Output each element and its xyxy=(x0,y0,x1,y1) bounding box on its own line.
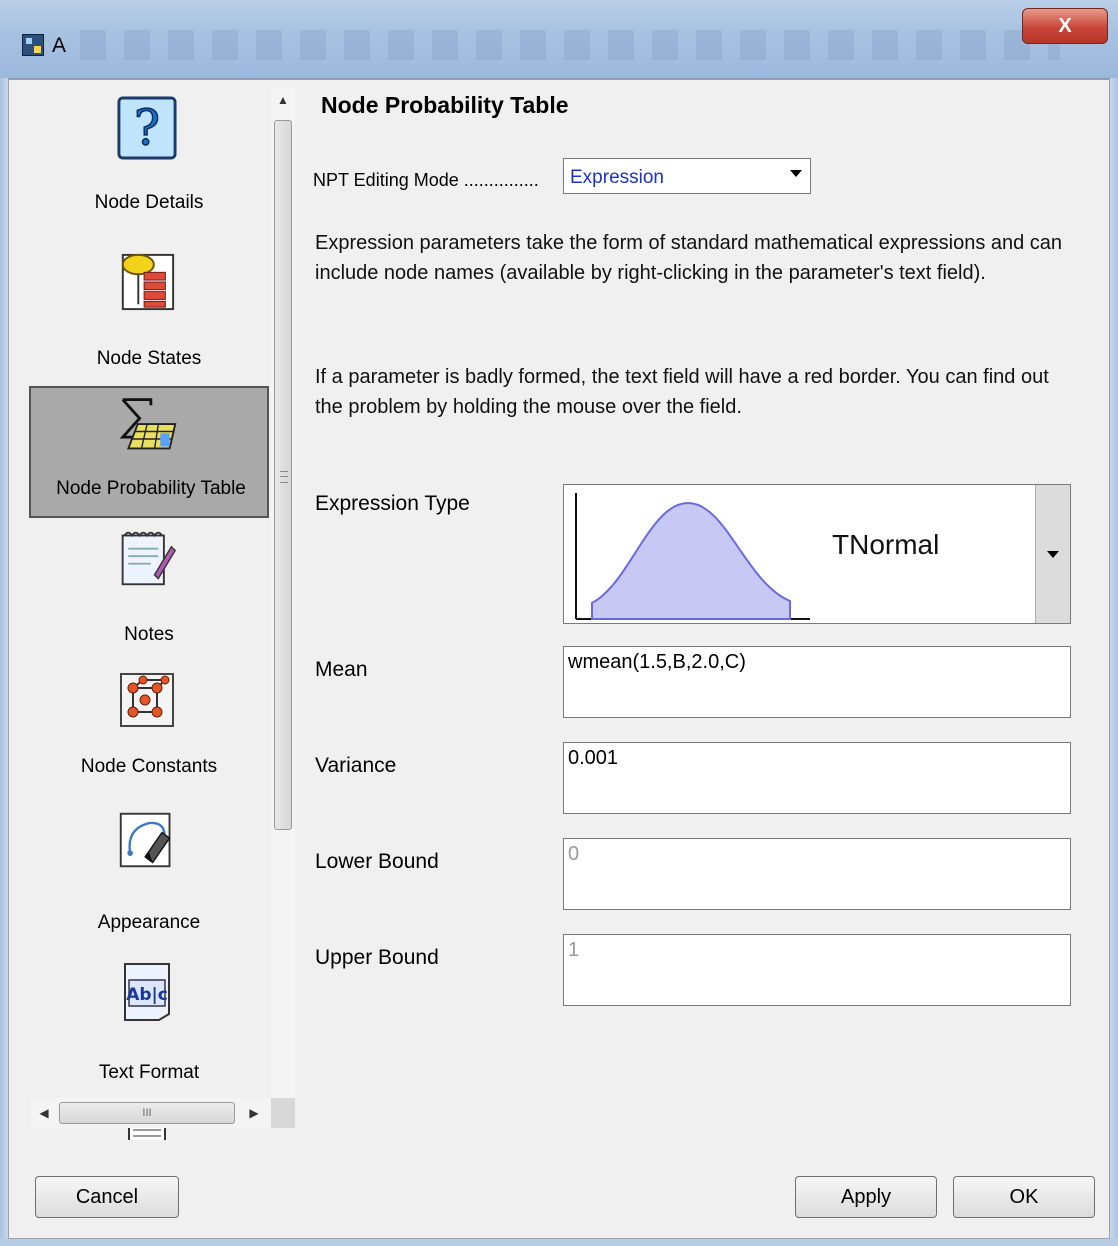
variance-field[interactable]: 0.001 xyxy=(563,742,1071,814)
close-button[interactable]: X xyxy=(1022,8,1108,44)
sidebar-horizontal-scrollbar[interactable]: ◀ III ▶ xyxy=(31,1098,271,1128)
app-icon xyxy=(22,34,44,56)
sidebar-item-label: Appearance xyxy=(97,912,201,933)
panel-title: Node Probability Table xyxy=(321,92,569,118)
lower-bound-label: Lower Bound xyxy=(315,850,439,873)
sidebar-item-label: Node Details xyxy=(94,192,204,213)
sidebar-item-notes[interactable]: Notes xyxy=(29,520,269,668)
svg-text:?: ? xyxy=(134,100,160,156)
sidebar-item-node-constants[interactable]: Node Constants xyxy=(29,668,269,816)
window-frame-bottom xyxy=(0,1238,1118,1246)
expression-type-select[interactable]: TNormal xyxy=(563,484,1071,624)
cancel-button[interactable]: Cancel xyxy=(35,1176,179,1218)
appearance-icon xyxy=(117,808,177,872)
mean-label: Mean xyxy=(315,658,368,681)
window-title: A xyxy=(52,34,67,57)
sidebar-item-label: Node States xyxy=(96,348,202,369)
sidebar-item-appearance[interactable]: Appearance xyxy=(29,800,269,948)
vertical-scroll-thumb[interactable] xyxy=(274,120,292,830)
background-toolbar xyxy=(80,30,1060,60)
title-bar: A X xyxy=(0,0,1118,79)
expression-type-label: Expression Type xyxy=(315,492,470,515)
sidebar-item-node-states[interactable]: Node States xyxy=(29,238,269,386)
text-format-icon: Ab|c xyxy=(117,960,177,1024)
npt-editing-mode-label: NPT Editing Mode ............... xyxy=(313,170,539,190)
probability-table-icon xyxy=(119,392,179,456)
sidebar-vertical-scrollbar[interactable]: ▲ ▼ xyxy=(271,88,295,1128)
expression-help-text: Expression parameters take the form of s… xyxy=(315,232,1063,284)
horizontal-scroll-thumb[interactable]: III xyxy=(59,1102,235,1124)
badly-formed-help-text: If a parameter is badly formed, the text… xyxy=(315,366,1049,418)
npt-editing-mode-value: Expression xyxy=(570,167,664,188)
scroll-up-arrow-icon[interactable]: ▲ xyxy=(271,88,295,112)
sidebar-item-node-probability-table[interactable]: Node Probability Table xyxy=(29,386,269,518)
scroll-right-arrow-icon[interactable]: ▶ xyxy=(241,1098,267,1128)
node-states-icon xyxy=(117,250,177,314)
scroll-left-arrow-icon[interactable]: ◀ xyxy=(31,1098,57,1128)
expression-type-value: TNormal xyxy=(832,529,940,560)
dialog: ? Node Details Node States Node Probabil… xyxy=(8,79,1110,1239)
window-frame-right xyxy=(1110,78,1118,1246)
lower-bound-field[interactable]: 0 xyxy=(563,838,1071,910)
apply-button[interactable]: Apply xyxy=(795,1176,937,1218)
chevron-down-icon xyxy=(1047,551,1059,558)
scrollbar-corner xyxy=(271,1098,295,1128)
sidebar-item-label: Text Format xyxy=(98,1062,200,1083)
mean-field[interactable]: wmean(1.5,B,2.0,C) xyxy=(563,646,1071,718)
ok-button[interactable]: OK xyxy=(953,1176,1095,1218)
scroll-grip-icon xyxy=(280,471,288,483)
distribution-curve-icon xyxy=(570,493,810,621)
sidebar-item-label: Node Constants xyxy=(80,756,218,777)
svg-text:Ab|c: Ab|c xyxy=(126,985,168,1005)
upper-bound-label: Upper Bound xyxy=(315,946,439,969)
upper-bound-field[interactable]: 1 xyxy=(563,934,1071,1006)
sidebar-item-label: Node Probability Table xyxy=(56,478,246,499)
npt-editing-mode-select[interactable]: Expression xyxy=(563,158,811,194)
node-constants-icon xyxy=(117,668,177,732)
expression-type-dropdown-button[interactable] xyxy=(1035,485,1070,623)
sidebar: ? Node Details Node States Node Probabil… xyxy=(29,88,269,1140)
sidebar-item-text-format[interactable]: Ab|c Text Format xyxy=(29,952,269,1100)
window-frame-left xyxy=(0,78,8,1246)
variance-label: Variance xyxy=(315,754,397,777)
sidebar-item-label: Notes xyxy=(124,624,174,645)
chevron-down-icon xyxy=(790,170,802,177)
notes-icon xyxy=(117,526,177,590)
sidebar-item-node-details[interactable]: ? Node Details xyxy=(29,88,269,236)
help-question-icon: ? xyxy=(117,96,177,160)
